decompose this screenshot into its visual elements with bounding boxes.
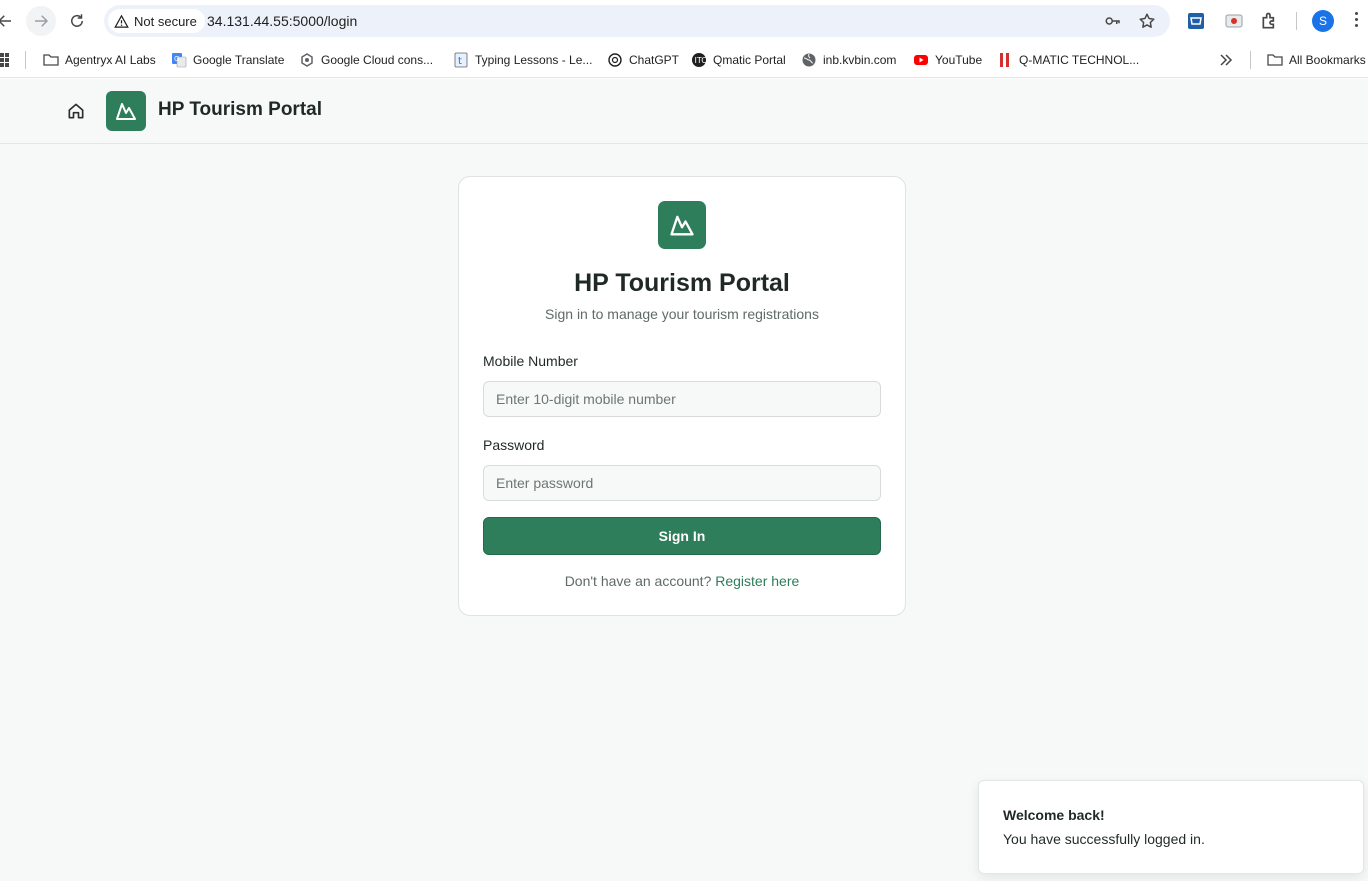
mobile-number-label: Mobile Number: [483, 353, 578, 369]
all-bookmarks-button[interactable]: All Bookmarks: [1267, 50, 1366, 70]
bookmark-star-icon[interactable]: [1138, 12, 1156, 30]
bookmark-label: Qmatic Portal: [713, 53, 786, 67]
main-content: HP Tourism Portal Sign in to manage your…: [0, 144, 1368, 881]
login-title: HP Tourism Portal: [574, 269, 790, 297]
bookmark-label: Google Translate: [193, 53, 285, 67]
bookmarks-divider: [1250, 51, 1251, 69]
register-prompt: Don't have an account?: [564, 573, 712, 589]
toolbar-divider: [1296, 12, 1297, 30]
youtube-icon: [913, 52, 929, 68]
address-bar[interactable]: Not secure 34.131.44.55:5000/login: [104, 5, 1170, 37]
mountain-icon: [670, 215, 694, 236]
shopping-extension-icon[interactable]: [1186, 11, 1206, 31]
bookmark-kvbin[interactable]: inb.kvbin.com: [801, 50, 896, 70]
google-translate-icon: G: [171, 52, 187, 68]
login-card: HP Tourism Portal Sign in to manage your…: [458, 176, 906, 616]
qmatic-icon: ITC: [691, 52, 707, 68]
bookmark-agentryx[interactable]: Agentryx AI Labs: [43, 50, 156, 70]
bookmarks-divider: [25, 51, 26, 69]
bookmark-google-translate[interactable]: G Google Translate: [171, 50, 284, 70]
mountain-icon: [116, 103, 136, 120]
bookmark-label: Q-MATIC TECHNOL...: [1019, 53, 1140, 67]
reload-button[interactable]: [62, 6, 92, 36]
bookmark-label: inb.kvbin.com: [823, 53, 897, 67]
google-cloud-icon: [299, 52, 315, 68]
bookmark-qmatic-portal[interactable]: ITC Qmatic Portal: [691, 50, 786, 70]
site-info-chip[interactable]: Not secure: [108, 9, 205, 33]
globe-icon: [801, 52, 817, 68]
mobile-number-input[interactable]: [483, 381, 881, 417]
sign-in-button[interactable]: Sign In: [483, 517, 881, 555]
bookmarks-bar: Agentryx AI Labs G Google Translate Goog…: [0, 42, 1368, 78]
back-button[interactable]: [0, 6, 20, 36]
svg-text:ITC: ITC: [695, 56, 708, 65]
home-icon[interactable]: [66, 101, 86, 121]
profile-avatar[interactable]: S: [1312, 10, 1334, 32]
password-key-icon[interactable]: [1104, 12, 1122, 30]
folder-icon: [1267, 52, 1283, 68]
screenshot-extension-icon[interactable]: [1224, 11, 1244, 31]
brand-name[interactable]: HP Tourism Portal: [158, 99, 322, 121]
brand-logo[interactable]: [106, 91, 146, 131]
q-matic-icon: [997, 52, 1013, 68]
bookmark-google-cloud[interactable]: Google Cloud cons...: [299, 50, 433, 70]
url-text[interactable]: 34.131.44.55:5000/login: [207, 13, 357, 29]
register-link[interactable]: Register here: [715, 573, 799, 589]
all-bookmarks-label: All Bookmarks: [1289, 53, 1366, 67]
apps-grid-icon[interactable]: [0, 52, 10, 68]
login-logo: [658, 201, 706, 249]
bookmark-label: ChatGPT: [629, 53, 680, 67]
forward-arrow-icon: [35, 15, 49, 27]
toast-message: You have successfully logged in.: [1003, 831, 1205, 847]
browser-menu-icon[interactable]: [1354, 12, 1360, 30]
warning-icon: [114, 14, 129, 28]
toast-title: Welcome back!: [1003, 807, 1105, 823]
app-header: HP Tourism Portal: [0, 79, 1368, 144]
typing-lessons-icon: t: [453, 52, 469, 68]
extensions-puzzle-icon[interactable]: [1260, 11, 1280, 31]
success-toast[interactable]: Welcome back! You have successfully logg…: [978, 780, 1364, 874]
bookmark-q-matic[interactable]: Q-MATIC TECHNOL...: [997, 50, 1139, 70]
register-prompt-row: Don't have an account? Register here: [459, 573, 905, 589]
bookmark-label: Agentryx AI Labs: [65, 53, 156, 67]
back-arrow-icon: [0, 15, 11, 27]
login-subtitle: Sign in to manage your tourism registrat…: [545, 306, 819, 322]
bookmark-chatgpt[interactable]: ChatGPT: [607, 50, 679, 70]
bookmark-label: Typing Lessons - Le...: [475, 53, 593, 67]
folder-icon: [43, 52, 59, 68]
security-label: Not secure: [134, 13, 197, 29]
bookmark-label: Google Cloud cons...: [321, 53, 434, 67]
svg-text:t: t: [458, 56, 462, 67]
chatgpt-icon: [607, 52, 623, 68]
reload-icon: [71, 14, 83, 27]
bookmark-label: YouTube: [935, 53, 983, 67]
password-label: Password: [483, 437, 545, 453]
svg-text:G: G: [174, 55, 179, 63]
bookmark-youtube[interactable]: YouTube: [913, 50, 982, 70]
password-input[interactable]: [483, 465, 881, 501]
browser-toolbar: Not secure 34.131.44.55:5000/login S: [0, 0, 1368, 42]
forward-button[interactable]: [26, 6, 56, 36]
bookmark-typing-lessons[interactable]: t Typing Lessons - Le...: [453, 50, 592, 70]
more-bookmarks-chevron-icon[interactable]: [1219, 53, 1233, 67]
